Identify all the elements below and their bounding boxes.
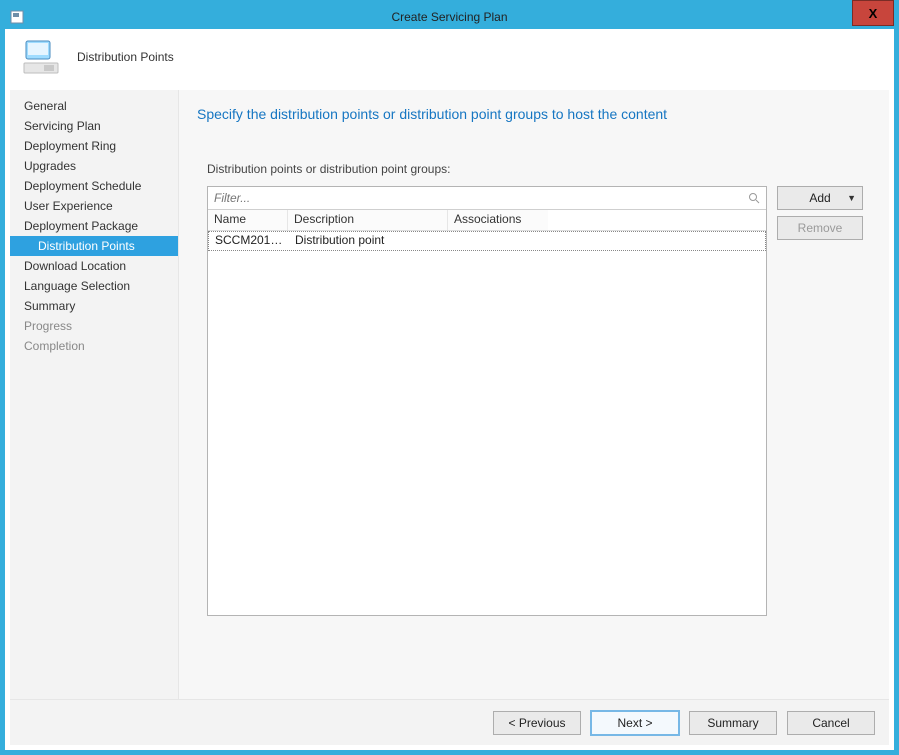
sidebar-item-summary[interactable]: Summary [10, 296, 178, 316]
column-headers: Name Description Associations [208, 210, 766, 231]
chevron-down-icon: ▼ [847, 193, 856, 203]
filter-input[interactable] [212, 190, 746, 206]
wizard-header: Distribution Points [5, 29, 894, 85]
app-icon [9, 9, 25, 25]
sidebar-item-upgrades[interactable]: Upgrades [10, 156, 178, 176]
distribution-points-list: Name Description Associations SCCM2012..… [207, 186, 767, 616]
sidebar-item-general[interactable]: General [10, 96, 178, 116]
sidebar-item-download-location[interactable]: Download Location [10, 256, 178, 276]
remove-button: Remove [777, 216, 863, 240]
title-bar: Create Servicing Plan X [5, 5, 894, 29]
sidebar-item-completion: Completion [10, 336, 178, 356]
cancel-button[interactable]: Cancel [787, 711, 875, 735]
sidebar-item-language-selection[interactable]: Language Selection [10, 276, 178, 296]
col-description[interactable]: Description [288, 210, 448, 230]
cell-description: Distribution point [289, 232, 449, 250]
table-row[interactable]: SCCM2012.... Distribution point [208, 231, 766, 251]
side-buttons: Add ▼ Remove [777, 186, 863, 240]
window-title: Create Servicing Plan [5, 10, 894, 24]
sidebar-item-deployment-package[interactable]: Deployment Package [10, 216, 178, 236]
content-row: Name Description Associations SCCM2012..… [197, 186, 871, 616]
remove-button-label: Remove [798, 221, 843, 235]
main-heading: Specify the distribution points or distr… [197, 106, 871, 122]
sidebar-item-deployment-schedule[interactable]: Deployment Schedule [10, 176, 178, 196]
sidebar-item-distribution-points[interactable]: Distribution Points [10, 236, 178, 256]
wizard-sidebar: General Servicing Plan Deployment Ring U… [10, 90, 179, 700]
computer-icon [17, 32, 67, 82]
col-associations[interactable]: Associations [448, 210, 548, 230]
cell-name: SCCM2012.... [209, 232, 289, 250]
sidebar-item-deployment-ring[interactable]: Deployment Ring [10, 136, 178, 156]
sidebar-item-user-experience[interactable]: User Experience [10, 196, 178, 216]
close-button[interactable]: X [852, 0, 894, 26]
wizard-main: Specify the distribution points or distr… [179, 90, 889, 700]
add-button[interactable]: Add ▼ [777, 186, 863, 210]
previous-button[interactable]: < Previous [493, 711, 581, 735]
search-icon[interactable] [746, 190, 762, 206]
sidebar-item-progress: Progress [10, 316, 178, 336]
close-icon: X [869, 6, 878, 21]
filter-row [208, 187, 766, 210]
col-name[interactable]: Name [208, 210, 288, 230]
list-label: Distribution points or distribution poin… [197, 162, 871, 176]
wizard-window: Create Servicing Plan X Distribution Poi… [0, 0, 899, 755]
sidebar-item-servicing-plan[interactable]: Servicing Plan [10, 116, 178, 136]
wizard-footer: < Previous Next > Summary Cancel [10, 699, 889, 745]
page-title: Distribution Points [77, 50, 174, 64]
next-button[interactable]: Next > [591, 711, 679, 735]
summary-button[interactable]: Summary [689, 711, 777, 735]
add-button-label: Add [809, 191, 830, 205]
cell-associations [449, 232, 549, 250]
wizard-body: General Servicing Plan Deployment Ring U… [10, 90, 889, 700]
